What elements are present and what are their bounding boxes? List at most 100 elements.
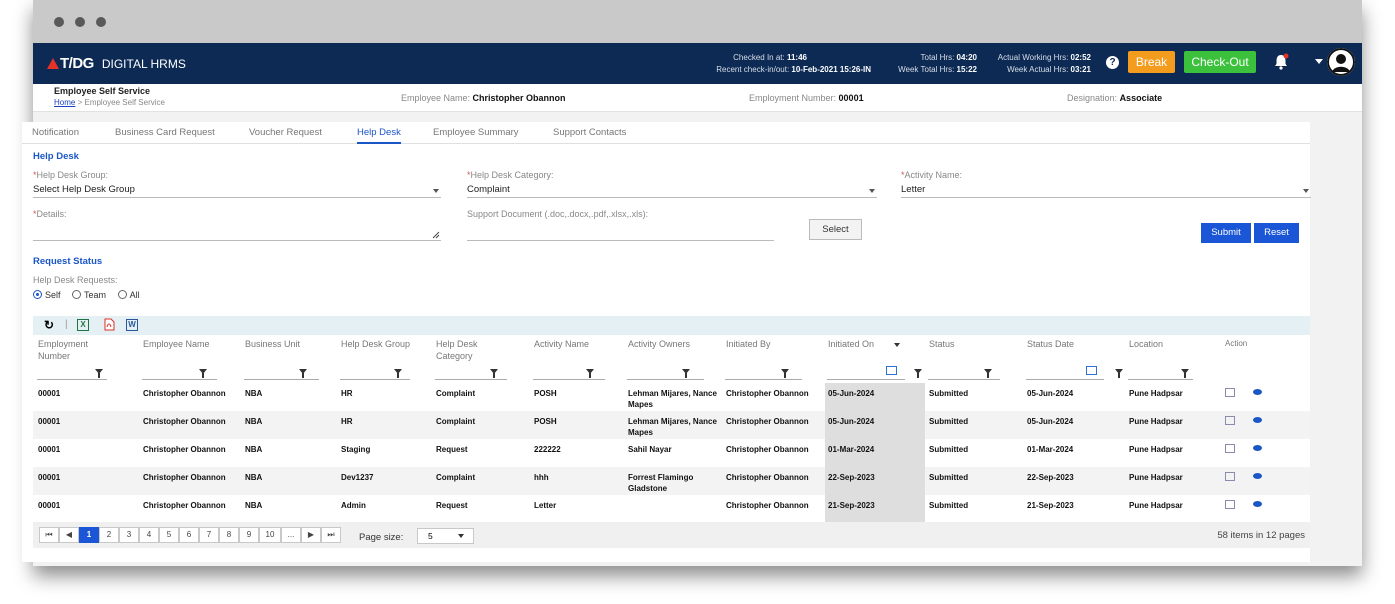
help-desk-category-select[interactable]: Complaint	[467, 184, 877, 198]
page-button-2[interactable]: 2	[99, 527, 119, 543]
actual-hrs-label: Actual Working Hrs:	[997, 53, 1069, 62]
view-eye-icon[interactable]	[1253, 445, 1262, 451]
cell-status: Submitted	[929, 501, 969, 510]
help-desk-group-select[interactable]: Select Help Desk Group	[33, 184, 441, 198]
filter-icon[interactable]	[95, 369, 103, 378]
grid-body: 00001 Christopher Obannon NBA HR Complaint PO…	[33, 383, 1310, 523]
filter-icon[interactable]	[984, 369, 992, 378]
support-document-input[interactable]	[467, 227, 774, 241]
word-export-icon[interactable]: W	[126, 319, 138, 331]
filter-input[interactable]	[244, 368, 319, 380]
table-row[interactable]: 00001 Christopher Obannon NBA HR Complaint PO…	[33, 411, 1310, 439]
edit-icon[interactable]	[1225, 500, 1235, 509]
tab-help-desk[interactable]: Help Desk	[357, 127, 401, 144]
view-eye-icon[interactable]	[1253, 473, 1262, 479]
breadcrumb-home-link[interactable]: Home	[54, 98, 75, 107]
edit-icon[interactable]	[1225, 388, 1235, 397]
next-page-icon[interactable]: ▶	[301, 527, 321, 543]
view-eye-icon[interactable]	[1253, 501, 1262, 507]
user-menu-caret-icon[interactable]	[1315, 59, 1323, 64]
page-button-1[interactable]: 1	[79, 527, 99, 543]
filter-input[interactable]	[725, 368, 802, 380]
page-button-7[interactable]: 7	[199, 527, 219, 543]
filter-input[interactable]	[627, 368, 704, 380]
column-header-status[interactable]: Status	[929, 338, 955, 350]
edit-icon[interactable]	[1225, 444, 1235, 453]
calendar-icon[interactable]	[1086, 366, 1097, 375]
first-page-icon[interactable]: ⏮	[39, 527, 59, 543]
page-button-4[interactable]: 4	[139, 527, 159, 543]
page-button-5[interactable]: 5	[159, 527, 179, 543]
filter-icon[interactable]	[299, 369, 307, 378]
cell-business-unit: NBA	[245, 445, 263, 454]
page-button-6[interactable]: 6	[179, 527, 199, 543]
filter-icon[interactable]	[490, 369, 498, 378]
filter-icon[interactable]	[199, 369, 207, 378]
activity-name-select[interactable]: Letter	[901, 184, 1311, 198]
table-row[interactable]: 00001 Christopher Obannon NBA Staging Reques…	[33, 439, 1310, 467]
reset-button[interactable]: Reset	[1254, 223, 1299, 243]
column-header-activity-owners[interactable]: Activity Owners	[628, 338, 690, 350]
table-row[interactable]: 00001 Christopher Obannon NBA HR Complaint PO…	[33, 383, 1310, 411]
filter-icon[interactable]	[1115, 369, 1123, 378]
column-header-initiated-by[interactable]: Initiated By	[726, 338, 771, 350]
table-row[interactable]: 00001 Christopher Obannon NBA Dev1237 Compla…	[33, 467, 1310, 495]
edit-icon[interactable]	[1225, 416, 1235, 425]
refresh-icon[interactable]: ↻	[44, 318, 54, 332]
select-file-button[interactable]: Select	[809, 219, 862, 240]
last-page-icon[interactable]: ⏭	[321, 527, 341, 543]
edit-icon[interactable]	[1225, 472, 1235, 481]
table-row[interactable]: 00001 Christopher Obannon NBA Admin Request L…	[33, 495, 1310, 523]
column-header-activity-name[interactable]: Activity Name	[534, 338, 589, 350]
view-eye-icon[interactable]	[1253, 417, 1262, 423]
radio-team[interactable]: Team	[72, 290, 106, 300]
calendar-icon[interactable]	[886, 366, 897, 375]
page-button-10[interactable]: 10	[259, 527, 281, 543]
filter-icon[interactable]	[586, 369, 594, 378]
excel-export-icon[interactable]: X	[77, 319, 89, 331]
request-scope-radio-group: Self Team All	[33, 290, 149, 300]
tab-business-card-request[interactable]: Business Card Request	[115, 127, 215, 138]
column-header-employee-name[interactable]: Employee Name	[143, 338, 210, 350]
check-out-button[interactable]: Check-Out	[1184, 51, 1256, 73]
page-button-9[interactable]: 9	[239, 527, 259, 543]
radio-self[interactable]: Self	[33, 290, 61, 300]
submit-button[interactable]: Submit	[1201, 223, 1251, 243]
page-button-8[interactable]: 8	[219, 527, 239, 543]
sort-desc-icon[interactable]	[894, 343, 900, 347]
filter-icon[interactable]	[394, 369, 402, 378]
column-header-employment-number[interactable]: Employment Number	[38, 338, 118, 362]
pdf-export-icon[interactable]	[103, 318, 115, 334]
column-header-initiated-on[interactable]: Initiated On	[828, 338, 874, 350]
tab-notification[interactable]: Notification	[32, 127, 79, 138]
radio-all[interactable]: All	[117, 290, 140, 300]
filter-icon[interactable]	[914, 369, 922, 378]
column-header-help-desk-category[interactable]: Help Desk Category	[436, 338, 496, 362]
help-icon[interactable]: ?	[1106, 56, 1119, 69]
user-avatar[interactable]	[1327, 48, 1355, 76]
cell-status-date: 21-Sep-2023	[1027, 501, 1074, 510]
cell-help-desk-category: Complaint	[436, 417, 476, 426]
details-textarea[interactable]	[33, 227, 441, 241]
bell-icon[interactable]	[1273, 53, 1289, 76]
column-header-help-desk-group[interactable]: Help Desk Group	[341, 338, 410, 350]
tab-support-contacts[interactable]: Support Contacts	[553, 127, 626, 138]
page-size-select[interactable]: 5	[417, 528, 474, 544]
filter-icon[interactable]	[781, 369, 789, 378]
filter-icon[interactable]	[682, 369, 690, 378]
page-button-...[interactable]: ...	[281, 527, 301, 543]
filter-icon[interactable]	[1181, 369, 1189, 378]
tab-employee-summary[interactable]: Employee Summary	[433, 127, 519, 138]
filter-input[interactable]	[533, 368, 605, 380]
view-eye-icon[interactable]	[1253, 389, 1262, 395]
page-button-3[interactable]: 3	[119, 527, 139, 543]
column-header-status-date[interactable]: Status Date	[1027, 338, 1074, 350]
prev-page-icon[interactable]: ◀	[59, 527, 79, 543]
week-total-value: 15:22	[956, 65, 977, 74]
tab-voucher-request[interactable]: Voucher Request	[249, 127, 322, 138]
column-header-location[interactable]: Location	[1129, 338, 1163, 350]
column-header-business-unit[interactable]: Business Unit	[245, 338, 300, 350]
break-button[interactable]: Break	[1128, 51, 1175, 73]
app-logo[interactable]: T/DG DIGITAL HRMS	[47, 55, 186, 72]
resize-handle-icon[interactable]	[432, 231, 440, 239]
